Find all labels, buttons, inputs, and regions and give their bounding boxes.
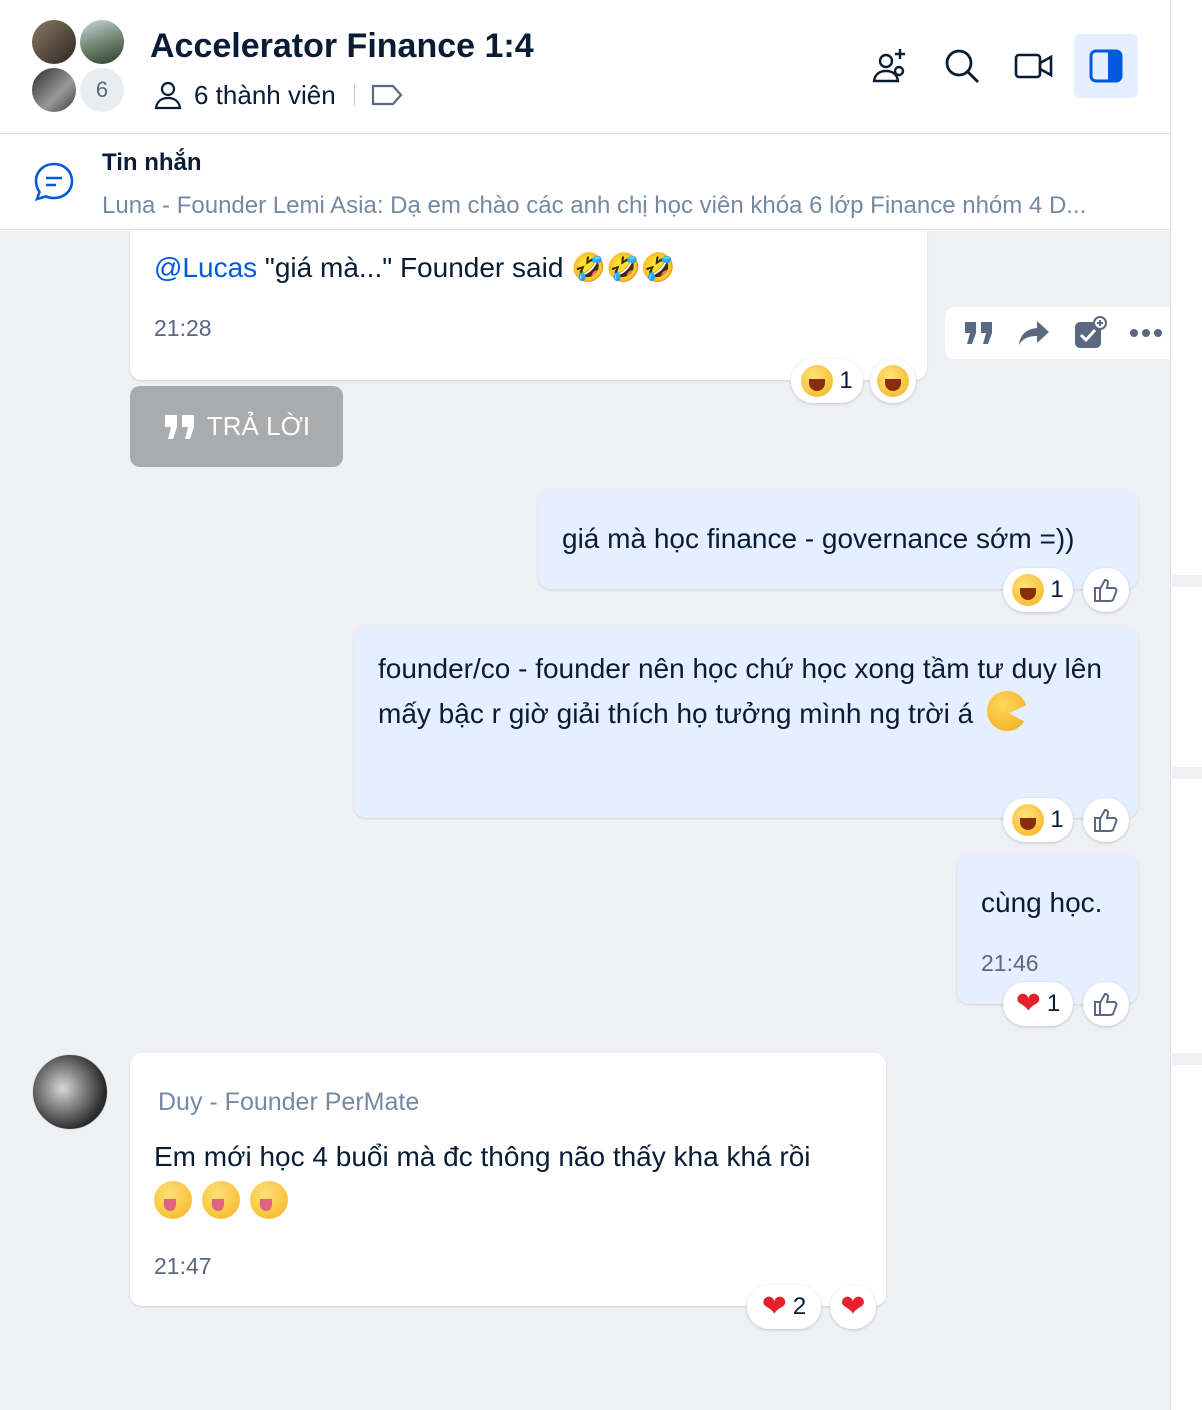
pinned-title: Tin nhắn bbox=[102, 149, 202, 176]
reply-button[interactable]: TRẢ LỜI bbox=[130, 386, 343, 467]
members-count-link[interactable]: 6 thành viên bbox=[194, 80, 336, 111]
search-button[interactable] bbox=[930, 34, 994, 98]
divider bbox=[1172, 1053, 1202, 1065]
add-member-icon bbox=[872, 49, 905, 83]
more-options-icon[interactable] bbox=[1129, 328, 1163, 338]
reaction-summary[interactable]: ❤ 2 bbox=[747, 1285, 821, 1329]
video-call-icon bbox=[1014, 53, 1053, 79]
sidebar-toggle-button[interactable] bbox=[1074, 34, 1138, 98]
reaction-count: 1 bbox=[839, 367, 853, 394]
add-reaction-button[interactable] bbox=[870, 359, 916, 403]
sidebar-toggle-icon bbox=[1089, 49, 1123, 83]
member-avatar bbox=[78, 18, 126, 66]
add-reaction-button[interactable]: ❤ bbox=[830, 1285, 876, 1329]
reaction-count: 1 bbox=[1050, 576, 1064, 603]
message-time: 21:47 bbox=[154, 1253, 212, 1279]
create-task-icon[interactable] bbox=[1073, 316, 1107, 350]
message-actions-toolbar bbox=[945, 307, 1170, 359]
chat-header: 6 Accelerator Finance 1:4 6 thành viên bbox=[0, 0, 1170, 134]
message-time: 21:28 bbox=[154, 315, 212, 341]
member-avatar bbox=[30, 66, 78, 114]
like-button[interactable] bbox=[1083, 568, 1129, 612]
members-info: 6 thành viên bbox=[152, 79, 403, 111]
reaction-count: 2 bbox=[792, 1293, 807, 1320]
thumbs-up-icon bbox=[1094, 808, 1118, 832]
heart-icon: ❤ bbox=[840, 1290, 866, 1323]
reply-label: TRẢ LỜI bbox=[206, 411, 311, 441]
pacman-emoji-icon bbox=[987, 691, 1027, 731]
pinned-message-bar[interactable]: Tin nhắn Luna - Founder Lemi Asia: Dạ em… bbox=[0, 135, 1170, 230]
emoji-row bbox=[154, 1181, 288, 1219]
message-text: cùng học. bbox=[981, 887, 1103, 918]
tag-icon[interactable] bbox=[371, 83, 403, 107]
mention-link[interactable]: @Lucas bbox=[154, 252, 257, 283]
reaction-count: 1 bbox=[1050, 806, 1064, 833]
more-members-count: 6 bbox=[78, 66, 126, 114]
like-button[interactable] bbox=[1083, 982, 1129, 1026]
message-text: Em mới học 4 buổi mà đc thông não thấy k… bbox=[154, 1141, 811, 1172]
sender-name[interactable]: Duy - Founder PerMate bbox=[158, 1087, 419, 1117]
reaction-count: 1 bbox=[1046, 990, 1061, 1017]
member-avatar bbox=[30, 18, 78, 66]
add-member-button[interactable] bbox=[858, 34, 922, 98]
video-call-button[interactable] bbox=[1002, 34, 1066, 98]
tongue-emoji-icon bbox=[202, 1181, 240, 1219]
reaction-summary[interactable]: ❤ 1 bbox=[1003, 982, 1073, 1026]
tongue-emoji-icon bbox=[250, 1181, 288, 1219]
message-bubble[interactable]: founder/co - founder nên học chứ học xon… bbox=[354, 626, 1138, 818]
tongue-emoji-icon bbox=[154, 1181, 192, 1219]
message-text: "giá mà..." Founder said 🤣🤣🤣 bbox=[257, 252, 676, 283]
thumbs-up-icon bbox=[1094, 992, 1118, 1016]
group-avatar[interactable]: 6 bbox=[30, 18, 126, 114]
chat-bubble-icon bbox=[34, 162, 74, 201]
message-bubble[interactable]: Duy - Founder PerMate Em mới học 4 buổi … bbox=[130, 1053, 886, 1306]
message-text: giá mà học finance - governance sớm =)) bbox=[562, 523, 1075, 554]
pinned-preview: Luna - Founder Lemi Asia: Dạ em chào các… bbox=[102, 192, 1087, 219]
divider bbox=[353, 84, 355, 106]
message-list[interactable]: @Lucas "giá mà..." Founder said 🤣🤣🤣 21:2… bbox=[0, 231, 1170, 1410]
conversation-title[interactable]: Accelerator Finance 1:4 bbox=[150, 27, 534, 66]
heart-icon: ❤ bbox=[1015, 987, 1041, 1020]
laughing-emoji-icon bbox=[1012, 574, 1045, 606]
laughing-emoji-icon bbox=[801, 365, 834, 397]
divider bbox=[1172, 575, 1202, 587]
message-bubble[interactable]: @Lucas "giá mà..." Founder said 🤣🤣🤣 21:2… bbox=[130, 231, 927, 380]
reaction-summary[interactable]: 1 bbox=[1003, 798, 1073, 842]
quote-reply-icon[interactable] bbox=[963, 320, 995, 346]
laughing-emoji-icon bbox=[1012, 804, 1045, 836]
like-button[interactable] bbox=[1083, 798, 1129, 842]
laughing-emoji-icon bbox=[877, 365, 909, 397]
thumbs-up-icon bbox=[1094, 578, 1118, 602]
quote-icon bbox=[164, 414, 194, 439]
message-time: 21:46 bbox=[981, 950, 1039, 976]
forward-icon[interactable] bbox=[1017, 319, 1051, 347]
reaction-summary[interactable]: 1 bbox=[1003, 568, 1073, 612]
side-panel-edge bbox=[1170, 0, 1202, 1410]
sender-avatar[interactable] bbox=[32, 1054, 108, 1130]
divider bbox=[1172, 767, 1202, 779]
reaction-summary[interactable]: 1 bbox=[791, 359, 863, 403]
heart-icon: ❤ bbox=[761, 1290, 787, 1323]
search-icon bbox=[945, 49, 979, 83]
person-icon bbox=[154, 81, 182, 110]
